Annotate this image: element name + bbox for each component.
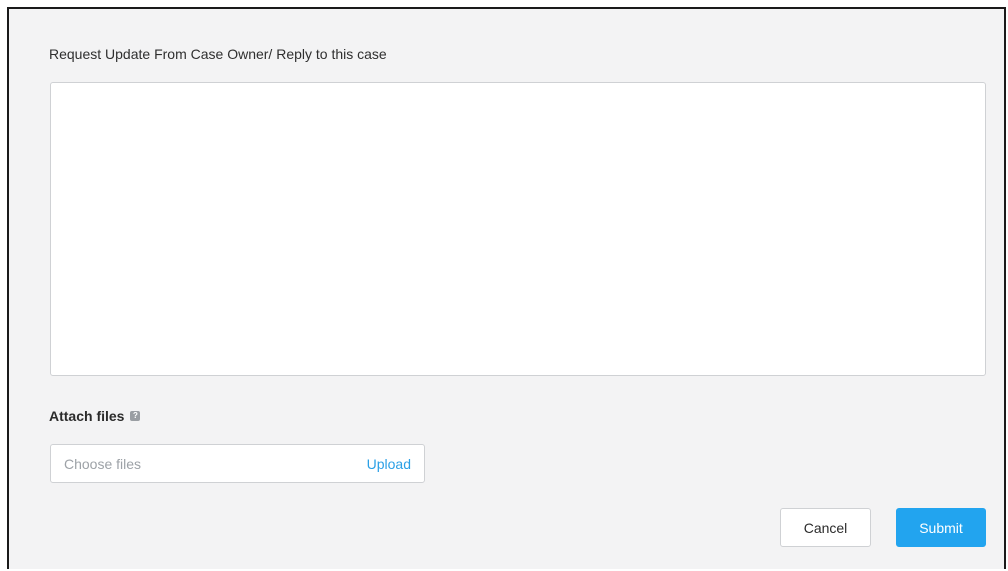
reply-textarea[interactable] bbox=[50, 82, 986, 376]
form-title: Request Update From Case Owner/ Reply to… bbox=[49, 46, 387, 62]
file-placeholder: Choose files bbox=[64, 456, 142, 472]
file-chooser[interactable]: Choose files Upload bbox=[50, 444, 425, 483]
attach-files-label: Attach files ? bbox=[49, 408, 141, 424]
attach-files-text: Attach files bbox=[49, 408, 125, 424]
help-icon[interactable]: ? bbox=[130, 411, 141, 421]
upload-link[interactable]: Upload bbox=[367, 456, 411, 472]
submit-button[interactable]: Submit bbox=[896, 508, 986, 547]
cancel-button[interactable]: Cancel bbox=[780, 508, 871, 547]
reply-form-panel: Request Update From Case Owner/ Reply to… bbox=[7, 7, 1006, 569]
